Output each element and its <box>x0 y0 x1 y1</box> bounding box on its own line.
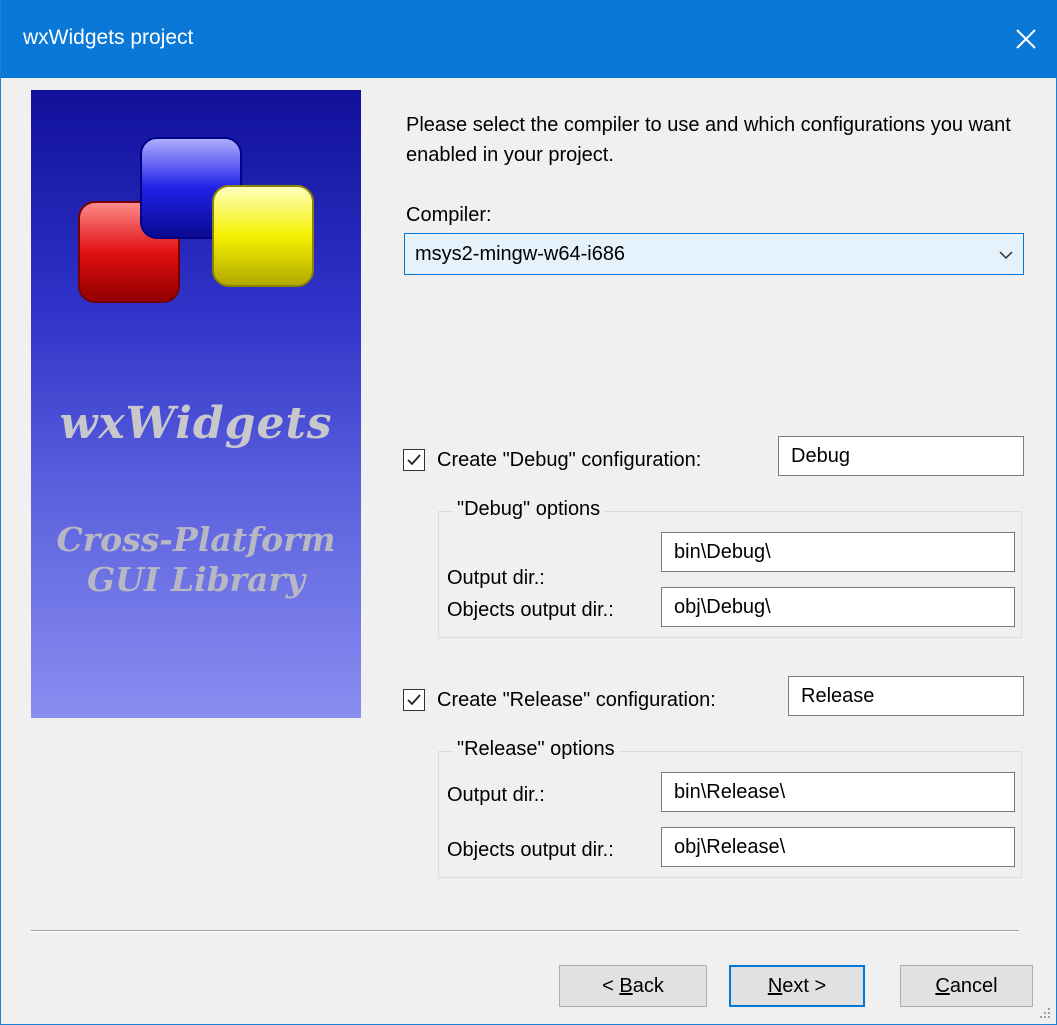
debug-output-dir-value: bin\Debug\ <box>674 541 771 563</box>
banner-tagline-line2: GUI Library <box>86 560 306 599</box>
close-button[interactable] <box>994 0 1057 78</box>
release-name-field[interactable]: Release <box>788 676 1024 716</box>
release-output-dir-label: Output dir.: <box>447 784 545 806</box>
checkmark-icon <box>407 454 421 466</box>
banner-tagline-line1: Cross-Platform <box>56 520 336 559</box>
cancel-button[interactable]: Cancel <box>900 965 1033 1007</box>
debug-output-dir-field[interactable]: bin\Debug\ <box>661 532 1015 572</box>
release-checkbox-label[interactable]: Create "Release" configuration: <box>437 689 716 712</box>
release-output-dir-value: bin\Release\ <box>674 781 786 803</box>
wxwidgets-logo-icon <box>78 137 314 303</box>
compiler-dropdown[interactable]: msys2-mingw-w64-i686 <box>404 233 1024 275</box>
title-bar[interactable]: wxWidgets project <box>1 0 1057 78</box>
back-button[interactable]: < Back <box>559 965 707 1007</box>
next-button[interactable]: Next > <box>729 965 865 1007</box>
back-button-mnemonic: B <box>619 974 633 997</box>
debug-objects-dir-value: obj\Debug\ <box>674 596 771 618</box>
debug-options-title: "Debug" options <box>453 498 605 521</box>
wxwidgets-banner: wxWidgets Cross-Platform GUI Library <box>31 90 361 718</box>
checkmark-icon <box>407 694 421 706</box>
release-name-value: Release <box>801 685 875 707</box>
compiler-value: msys2-mingw-w64-i686 <box>415 243 626 265</box>
window-title: wxWidgets project <box>23 26 194 49</box>
debug-objects-dir-field[interactable]: obj\Debug\ <box>661 587 1015 627</box>
wizard-dialog: wxWidgets project wxWidgets Cross-Platfo… <box>0 0 1057 1025</box>
release-objects-dir-label: Objects output dir.: <box>447 839 614 861</box>
cancel-button-mnemonic: C <box>935 974 950 997</box>
banner-title: wxWidgets <box>59 398 333 449</box>
debug-name-value: Debug <box>791 445 850 467</box>
release-checkbox[interactable] <box>403 689 425 711</box>
debug-output-dir-label: Output dir.: <box>447 567 545 589</box>
debug-objects-dir-label: Objects output dir.: <box>447 599 614 621</box>
cancel-button-rest: ancel <box>949 974 998 997</box>
footer-separator <box>31 930 1019 932</box>
back-button-prefix: < <box>602 974 620 997</box>
back-button-rest: ack <box>632 974 664 997</box>
intro-text: Please select the compiler to use and wh… <box>406 114 1011 166</box>
release-objects-dir-field[interactable]: obj\Release\ <box>661 827 1015 867</box>
debug-checkbox[interactable] <box>403 449 425 471</box>
release-options-title: "Release" options <box>453 738 619 761</box>
release-output-dir-field[interactable]: bin\Release\ <box>661 772 1015 812</box>
next-button-mnemonic: N <box>767 974 783 997</box>
release-objects-dir-value: obj\Release\ <box>674 836 786 858</box>
debug-name-field[interactable]: Debug <box>778 436 1024 476</box>
chevron-down-icon <box>999 251 1013 260</box>
debug-checkbox-label[interactable]: Create "Debug" configuration: <box>437 449 701 472</box>
resize-grip-icon[interactable] <box>1038 1006 1052 1020</box>
compiler-label: Compiler: <box>406 204 492 226</box>
close-icon <box>1016 29 1036 49</box>
next-button-rest: ext > <box>782 974 827 997</box>
